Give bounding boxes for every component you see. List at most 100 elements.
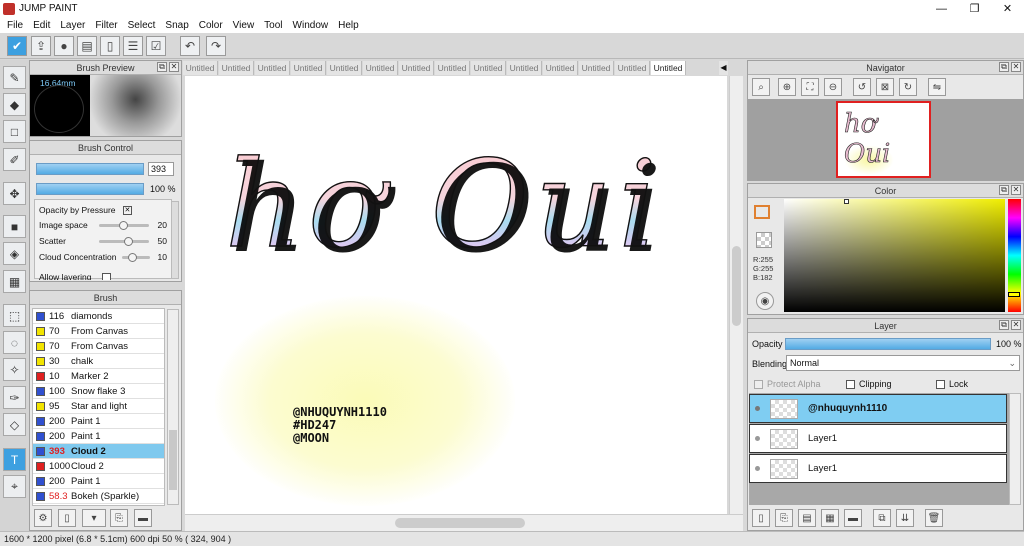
pen-icon[interactable]: ✐ — [3, 148, 26, 171]
brush-list-item[interactable]: 200 Paint 1 — [33, 414, 164, 429]
message-icon[interactable]: ▤ — [77, 36, 97, 56]
lock-checkbox[interactable] — [936, 380, 945, 390]
brush-list-item[interactable]: 200 Paint 1 — [33, 474, 164, 489]
page-list-icon[interactable]: ☰ — [123, 36, 143, 56]
new-brush-icon[interactable]: ▯ — [58, 509, 76, 527]
brush-list-item[interactable]: 393 Cloud 2 — [33, 444, 164, 459]
hscroll-thumb[interactable] — [395, 518, 525, 528]
visibility-icon[interactable] — [755, 406, 760, 411]
text-icon[interactable]: T — [3, 448, 26, 471]
undock-icon[interactable]: ⧉ — [157, 62, 167, 72]
brush-param-thumb[interactable] — [119, 221, 128, 230]
zoom-fit-icon[interactable]: ⌕ — [752, 78, 770, 96]
layer-row[interactable]: Layer1 — [749, 424, 1007, 453]
redo-icon[interactable]: ↷ — [206, 36, 226, 56]
close-icon[interactable]: ✕ — [1011, 320, 1021, 330]
rotate-left-icon[interactable]: ↺ — [853, 78, 871, 96]
brush-list-item[interactable]: 1000 Cloud 2 — [33, 459, 164, 474]
brush-settings-icon[interactable]: ⚙ — [34, 509, 52, 527]
tab-untitled[interactable]: Untitled — [471, 61, 506, 75]
rotate-right-icon[interactable]: ↻ — [899, 78, 917, 96]
transparent-color-swatch[interactable] — [756, 232, 772, 248]
gradient-icon[interactable]: ▦ — [3, 270, 26, 293]
drawing-canvas[interactable]: hơ Oui @NHUQUYNH1110 #HD247 @MOON — [185, 76, 727, 514]
brush-param-slider[interactable] — [99, 221, 149, 230]
blending-select[interactable]: Normal ⌄ — [786, 355, 1020, 371]
tab-untitled[interactable]: Untitled — [507, 61, 542, 75]
foreground-color-swatch[interactable] — [754, 205, 770, 219]
brush-list-item[interactable]: 58.3 Bokeh (Sparkle) — [33, 489, 164, 504]
fill-rect-icon[interactable]: ■ — [3, 215, 26, 238]
tab-untitled[interactable]: Untitled — [435, 61, 470, 75]
menu-file[interactable]: File — [7, 20, 23, 31]
lasso-icon[interactable]: ◌ — [3, 331, 26, 354]
tab-untitled[interactable]: Untitled — [255, 61, 290, 75]
checklist-icon[interactable]: ☑ — [146, 36, 166, 56]
close-icon[interactable]: ✕ — [1011, 185, 1021, 195]
rect-select-icon[interactable]: ⬚ — [3, 304, 26, 327]
hue-slider-thumb[interactable] — [1008, 292, 1020, 297]
brush-list-scrollbar[interactable] — [167, 309, 179, 505]
undock-icon[interactable]: ⧉ — [999, 62, 1009, 72]
brush-size-slider[interactable] — [36, 163, 144, 175]
brush-opacity-slider[interactable] — [36, 183, 144, 195]
clipping-checkbox[interactable] — [846, 380, 855, 390]
tab-untitled[interactable]: Untitled — [615, 61, 650, 75]
canvas-hscrollbar[interactable] — [185, 514, 743, 531]
new-layer-1bit-icon[interactable]: ▤ — [798, 509, 816, 527]
vscroll-thumb[interactable] — [732, 246, 741, 326]
lock-option[interactable]: Lock — [936, 379, 968, 390]
tab-untitled[interactable]: Untitled — [579, 61, 614, 75]
export-icon[interactable]: ⇪ — [31, 36, 51, 56]
scroll-thumb[interactable] — [169, 430, 177, 490]
reset-view-icon[interactable]: ⊠ — [876, 78, 894, 96]
brush-list-item[interactable]: 70 From Canvas — [33, 324, 164, 339]
layer-row[interactable]: @nhuquynh1110 — [749, 394, 1007, 423]
tab-untitled[interactable]: Untitled — [291, 61, 326, 75]
zoom-in-icon[interactable]: ⊕ — [778, 78, 796, 96]
zoom-out-icon[interactable]: ⊖ — [824, 78, 842, 96]
select-eraser-icon[interactable]: ◇ — [3, 413, 26, 436]
undock-icon[interactable]: ⧉ — [999, 320, 1009, 330]
maximize-button[interactable]: ❐ — [958, 0, 991, 17]
select-pen-icon[interactable]: ✑ — [3, 386, 26, 409]
new-layer-8bit-icon[interactable]: ⎘ — [775, 509, 793, 527]
menu-tool[interactable]: Tool — [264, 20, 282, 31]
rect-icon[interactable]: □ — [3, 120, 26, 143]
tab-untitled[interactable]: Untitled — [327, 61, 362, 75]
brush-size-value[interactable]: 393 — [148, 162, 174, 176]
fit-window-icon[interactable]: ⛶ — [801, 78, 819, 96]
brush-list-item[interactable]: 70 From Canvas — [33, 339, 164, 354]
tab-untitled[interactable]: Untitled — [543, 61, 578, 75]
move-icon[interactable]: ✥ — [3, 182, 26, 205]
clipping-option[interactable]: Clipping — [846, 379, 892, 390]
brush-menu-icon[interactable]: ▾ — [82, 509, 106, 527]
bucket-icon[interactable]: ◈ — [3, 242, 26, 265]
tab-untitled[interactable]: Untitled — [183, 61, 218, 75]
tab-untitled[interactable]: Untitled — [363, 61, 398, 75]
brush-list-item[interactable]: 95 Star and light — [33, 399, 164, 414]
eyedropper-icon[interactable]: ⌖ — [3, 475, 26, 498]
menu-view[interactable]: View — [233, 20, 255, 31]
tab-untitled[interactable]: Untitled — [651, 61, 686, 75]
menu-layer[interactable]: Layer — [60, 20, 85, 31]
layer-list-scrollbar[interactable] — [1009, 393, 1021, 505]
menu-window[interactable]: Window — [293, 20, 329, 31]
eraser-icon[interactable]: ◆ — [3, 93, 26, 116]
menu-snap[interactable]: Snap — [165, 20, 188, 31]
brush-list-item[interactable]: 30 chalk — [33, 354, 164, 369]
brush-list-item[interactable]: 116 diamonds — [33, 309, 164, 324]
cloud-check-icon[interactable]: ✔ — [7, 36, 27, 56]
menu-filter[interactable]: Filter — [95, 20, 117, 31]
flip-icon[interactable]: ⇋ — [928, 78, 946, 96]
tab-untitled[interactable]: Untitled — [219, 61, 254, 75]
comment-icon[interactable]: ● — [54, 36, 74, 56]
magic-wand-icon[interactable]: ✧ — [3, 358, 26, 381]
close-button[interactable]: ✕ — [991, 0, 1024, 17]
protect-alpha-option[interactable]: Protect Alpha — [754, 379, 821, 390]
menu-color[interactable]: Color — [199, 20, 223, 31]
tab-untitled[interactable]: Untitled — [399, 61, 434, 75]
brush-list-item[interactable]: 100 Snow flake 3 — [33, 384, 164, 399]
menu-select[interactable]: Select — [128, 20, 156, 31]
copy-brush-icon[interactable]: ⎘ — [110, 509, 128, 527]
